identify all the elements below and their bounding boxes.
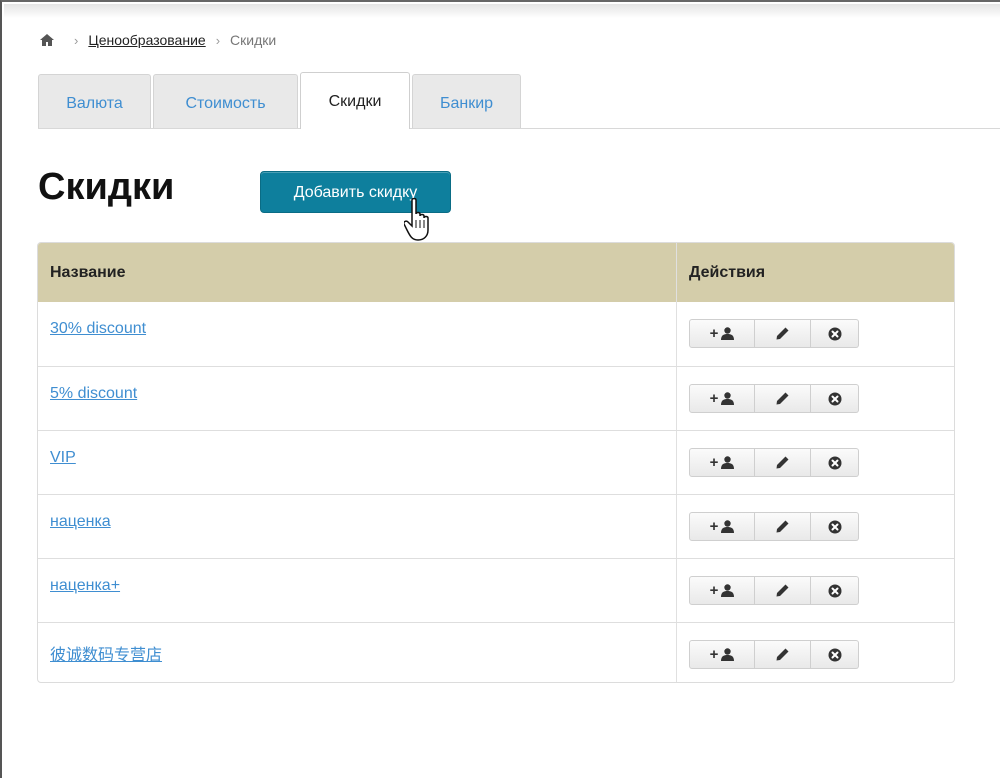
column-header-actions: Действия bbox=[676, 243, 954, 302]
name-cell: 5% discount bbox=[38, 367, 676, 430]
actions-cell: + bbox=[676, 367, 954, 430]
app-frame: › Ценообразование › Скидки Валюта Стоимо… bbox=[0, 0, 1000, 778]
pencil-icon bbox=[776, 584, 789, 597]
delete-button[interactable] bbox=[811, 640, 859, 669]
edit-button[interactable] bbox=[755, 384, 811, 413]
plus-icon: + bbox=[709, 454, 719, 471]
pencil-icon bbox=[776, 456, 789, 469]
name-cell: VIP bbox=[38, 431, 676, 494]
breadcrumb-separator: › bbox=[74, 32, 79, 48]
times-circle-icon bbox=[828, 648, 841, 661]
actions-cell: + bbox=[676, 431, 954, 494]
tab-banker[interactable]: Банкир bbox=[412, 74, 521, 128]
user-icon bbox=[721, 327, 735, 340]
name-cell: 彼诚数码专营店 bbox=[38, 623, 676, 682]
top-shadow bbox=[4, 4, 1000, 18]
breadcrumb: › Ценообразование › Скидки bbox=[40, 32, 276, 48]
tab-cost[interactable]: Стоимость bbox=[153, 74, 298, 128]
edit-button[interactable] bbox=[755, 448, 811, 477]
times-circle-icon bbox=[828, 584, 841, 597]
tab-discounts[interactable]: Скидки bbox=[300, 72, 410, 129]
actions-cell: + bbox=[676, 559, 954, 622]
table-body: 30% discount + 5% discount + VIP + нацен… bbox=[38, 302, 954, 682]
name-cell: наценка bbox=[38, 495, 676, 558]
home-icon[interactable] bbox=[40, 34, 54, 46]
breadcrumb-separator: › bbox=[215, 32, 221, 48]
row-actions: + bbox=[689, 640, 859, 669]
row-actions: + bbox=[689, 576, 859, 605]
pencil-icon bbox=[776, 327, 789, 340]
times-circle-icon bbox=[828, 520, 841, 533]
user-icon bbox=[721, 648, 735, 661]
times-circle-icon bbox=[828, 392, 841, 405]
add-user-button[interactable]: + bbox=[689, 640, 755, 669]
actions-cell: + bbox=[676, 495, 954, 558]
delete-button[interactable] bbox=[811, 448, 859, 477]
delete-button[interactable] bbox=[811, 512, 859, 541]
user-icon bbox=[721, 584, 735, 597]
edit-button[interactable] bbox=[755, 319, 811, 348]
plus-icon: + bbox=[709, 518, 719, 535]
page-title: Скидки bbox=[38, 166, 175, 208]
table-row: 5% discount + bbox=[38, 366, 954, 430]
user-icon bbox=[721, 520, 735, 533]
discount-name-link[interactable]: наценка+ bbox=[50, 577, 120, 594]
plus-icon: + bbox=[709, 582, 719, 599]
edit-button[interactable] bbox=[755, 640, 811, 669]
table-row: 彼诚数码专营店 + bbox=[38, 622, 954, 682]
pencil-icon bbox=[776, 648, 789, 661]
row-actions: + bbox=[689, 448, 859, 477]
tab-bar: Валюта Стоимость Скидки Банкир bbox=[38, 72, 1000, 129]
breadcrumb-link-pricing[interactable]: Ценообразование bbox=[88, 32, 205, 48]
times-circle-icon bbox=[828, 327, 841, 340]
row-actions: + bbox=[689, 384, 859, 413]
plus-icon: + bbox=[709, 390, 719, 407]
add-user-button[interactable]: + bbox=[689, 576, 755, 605]
plus-icon: + bbox=[709, 325, 719, 342]
discount-name-link[interactable]: 5% discount bbox=[50, 385, 137, 402]
discount-name-link[interactable]: 彼诚数码专营店 bbox=[50, 647, 162, 664]
user-icon bbox=[721, 456, 735, 469]
table-row: 30% discount + bbox=[38, 302, 954, 366]
table-row: наценка+ + bbox=[38, 558, 954, 622]
add-user-button[interactable]: + bbox=[689, 448, 755, 477]
user-icon bbox=[721, 392, 735, 405]
plus-icon: + bbox=[709, 646, 719, 663]
delete-button[interactable] bbox=[811, 319, 859, 348]
delete-button[interactable] bbox=[811, 576, 859, 605]
tab-currency[interactable]: Валюта bbox=[38, 74, 151, 128]
discount-name-link[interactable]: VIP bbox=[50, 449, 76, 466]
add-user-button[interactable]: + bbox=[689, 512, 755, 541]
column-header-name: Название bbox=[50, 264, 126, 281]
add-user-button[interactable]: + bbox=[689, 319, 755, 348]
actions-cell: + bbox=[676, 302, 954, 366]
name-cell: наценка+ bbox=[38, 559, 676, 622]
row-actions: + bbox=[689, 319, 859, 348]
table-header: Название Действия bbox=[38, 243, 954, 302]
discounts-table: Название Действия 30% discount + 5% disc… bbox=[37, 242, 955, 683]
table-row: наценка + bbox=[38, 494, 954, 558]
edit-button[interactable] bbox=[755, 576, 811, 605]
name-cell: 30% discount bbox=[38, 302, 676, 366]
delete-button[interactable] bbox=[811, 384, 859, 413]
table-row: VIP + bbox=[38, 430, 954, 494]
edit-button[interactable] bbox=[755, 512, 811, 541]
row-actions: + bbox=[689, 512, 859, 541]
actions-cell: + bbox=[676, 623, 954, 682]
add-user-button[interactable]: + bbox=[689, 384, 755, 413]
hand-cursor-icon bbox=[404, 198, 429, 241]
discount-name-link[interactable]: 30% discount bbox=[50, 320, 146, 337]
times-circle-icon bbox=[828, 456, 841, 469]
discount-name-link[interactable]: наценка bbox=[50, 513, 111, 530]
pencil-icon bbox=[776, 520, 789, 533]
breadcrumb-current: Скидки bbox=[230, 32, 277, 48]
pencil-icon bbox=[776, 392, 789, 405]
